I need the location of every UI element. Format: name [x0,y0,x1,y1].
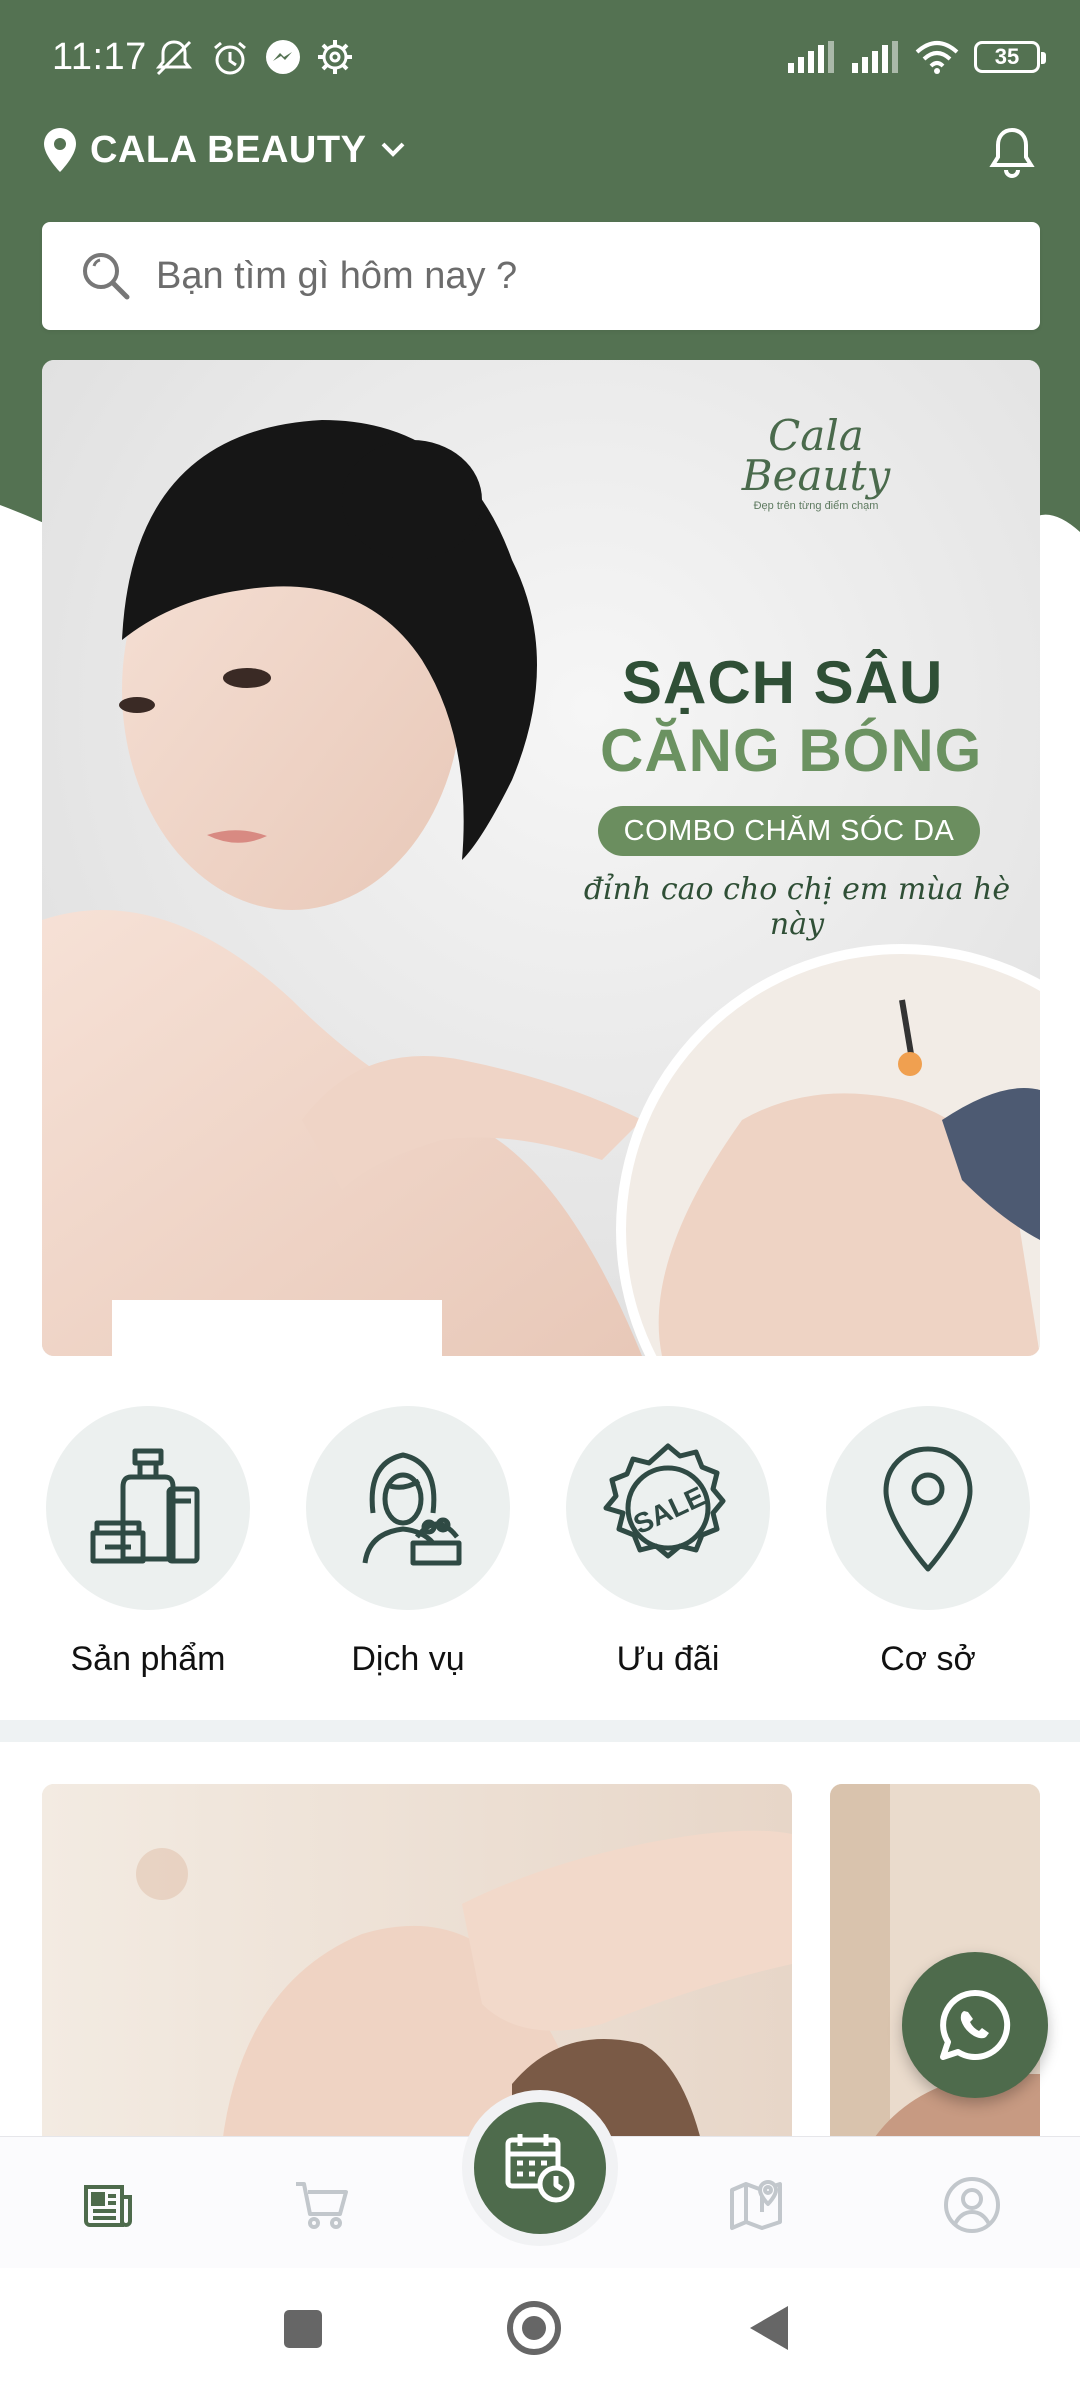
battery-indicator: 35 [974,41,1046,73]
category-label: Ưu đãi [616,1640,720,1678]
status-system-icons: 35 [786,40,1046,74]
svg-text:SALE: SALE [629,1480,710,1540]
app-root: 11:17 35 CALA BEAUTY Bạn tìm gì hôm nay … [0,0,1080,2400]
service-icon [362,1452,462,1566]
cosmetics-icon [90,1448,200,1564]
battery-level: 35 [994,44,1020,69]
card-image [42,1784,792,2144]
calendar-clock-icon [505,2134,575,2203]
nav-cart[interactable] [282,2165,362,2245]
bell-icon [989,127,1035,178]
service-card[interactable] [42,1784,792,2144]
nav-booking-button[interactable] [474,2102,606,2234]
logo-line-2: Beauty [741,451,891,500]
location-selector[interactable]: CALA BEAUTY [44,128,406,172]
banner-script-text: đỉnh cao cho chị em mùa hè này [583,872,1011,942]
category-locations[interactable]: Cơ sở [818,1406,1038,1679]
whatsapp-chat-button[interactable] [902,1952,1048,2098]
search-input[interactable] [156,254,976,298]
system-navigation-bar [0,2268,1080,2400]
banner-pill: COMBO CHĂM SÓC DA [598,806,980,856]
nav-profile[interactable] [932,2165,1012,2245]
section-divider [0,1720,1080,1742]
promo-banner[interactable]: Cala Beauty Đẹp trên từng điểm chạm SẠCH… [42,360,1040,1356]
chevron-down-icon [382,142,405,157]
map-pin-icon [883,1446,973,1572]
search-icon [83,253,130,300]
nav-news[interactable] [68,2165,148,2245]
banner-headline-1: SẠCH SÂU [622,649,944,716]
category-label: Dịch vụ [351,1640,465,1678]
category-services[interactable]: Dịch vụ [298,1406,518,1679]
logo-line-1: Cala [768,411,864,460]
location-pin-icon [44,128,76,172]
status-time: 11:17 [52,36,147,78]
category-circle: SALE [566,1406,770,1610]
home-icon [507,2301,561,2355]
location-name: CALA BEAUTY [90,128,367,171]
back-icon [750,2306,788,2350]
wifi-icon [915,41,959,74]
map-icon [730,2180,782,2230]
banner-logo: Cala Beauty Đẹp trên từng điểm chạm [716,411,916,513]
category-label: Cơ sở [880,1640,976,1678]
category-products[interactable]: Sản phẩm [38,1406,258,1679]
back-button[interactable] [748,2304,790,2357]
alarm-icon [214,41,246,75]
category-row: Sản phẩm Dịch vụ SALE Ưu đãi Cơ sở [0,1406,1080,1696]
user-circle-icon [944,2177,1000,2233]
recents-button[interactable] [282,2308,324,2355]
category-circle [826,1406,1030,1610]
category-circle [306,1406,510,1610]
home-button[interactable] [506,2300,562,2361]
category-offers[interactable]: SALE Ưu đãi [558,1406,778,1679]
whatsapp-icon [940,1989,1011,2060]
notification-bell-button[interactable] [988,126,1036,183]
recents-icon [284,2310,322,2348]
signal-icon-2 [852,41,898,73]
newspaper-icon [84,2185,132,2227]
category-circle [46,1406,250,1610]
muted-bell-icon [155,40,193,76]
messenger-icon [266,40,300,74]
cart-icon [296,2182,348,2229]
signal-icon [788,41,834,73]
nav-map[interactable] [716,2165,796,2245]
settings-gear-icon [318,40,352,74]
search-bar[interactable] [42,222,1040,330]
sale-badge-icon: SALE [603,1443,726,1559]
status-bar: 11:17 35 [0,0,1080,120]
category-label: Sản phẩm [70,1640,226,1678]
banner-headline-2: CĂNG BÓNG [600,717,983,784]
status-notification-icons [152,38,354,78]
logo-tagline: Đẹp trên từng điểm chạm [753,500,879,512]
